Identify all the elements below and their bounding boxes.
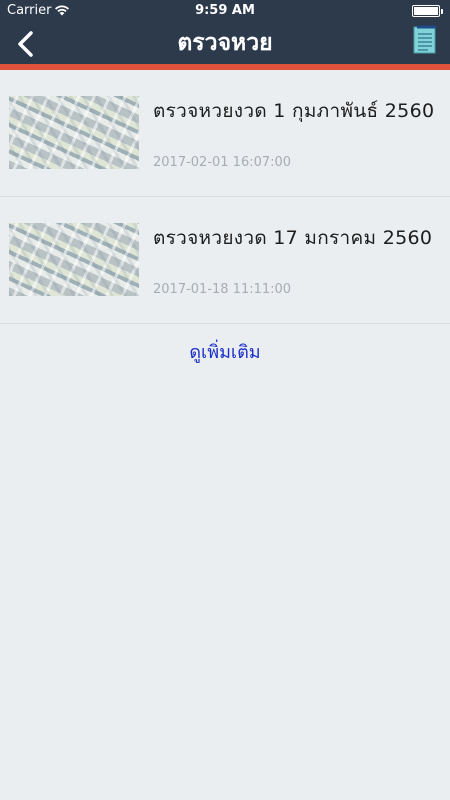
battery-icon bbox=[412, 5, 443, 17]
document-button[interactable] bbox=[412, 25, 438, 55]
list-item-date: 2017-01-18 11:11:00 bbox=[153, 282, 292, 297]
status-bar: Carrier 9:59 AM bbox=[0, 0, 450, 22]
page-title: ตรวจหวย bbox=[177, 30, 273, 56]
list-item-date: 2017-02-01 16:07:00 bbox=[153, 155, 292, 170]
lottery-ticket-thumbnail bbox=[9, 96, 139, 169]
lottery-list: ตรวจหวยงวด 1 กุมภาพันธ์ 2560 2017-02-01 … bbox=[0, 70, 450, 324]
status-time: 9:59 AM bbox=[195, 3, 255, 18]
lottery-ticket-thumbnail bbox=[9, 223, 139, 296]
list-item[interactable]: ตรวจหวยงวด 1 กุมภาพันธ์ 2560 2017-02-01 … bbox=[0, 70, 450, 197]
list-item-title: ตรวจหวยงวด 1 กุมภาพันธ์ 2560 bbox=[153, 100, 435, 122]
document-icon bbox=[413, 25, 436, 54]
list-item-title: ตรวจหวยงวด 17 มกราคม 2560 bbox=[153, 227, 433, 249]
list-item[interactable]: ตรวจหวยงวด 17 มกราคม 2560 2017-01-18 11:… bbox=[0, 197, 450, 324]
navigation-bar: Carrier 9:59 AM ตรวจหวย bbox=[0, 0, 450, 64]
see-more-link[interactable]: ดูเพิ่มเติม bbox=[0, 337, 450, 366]
